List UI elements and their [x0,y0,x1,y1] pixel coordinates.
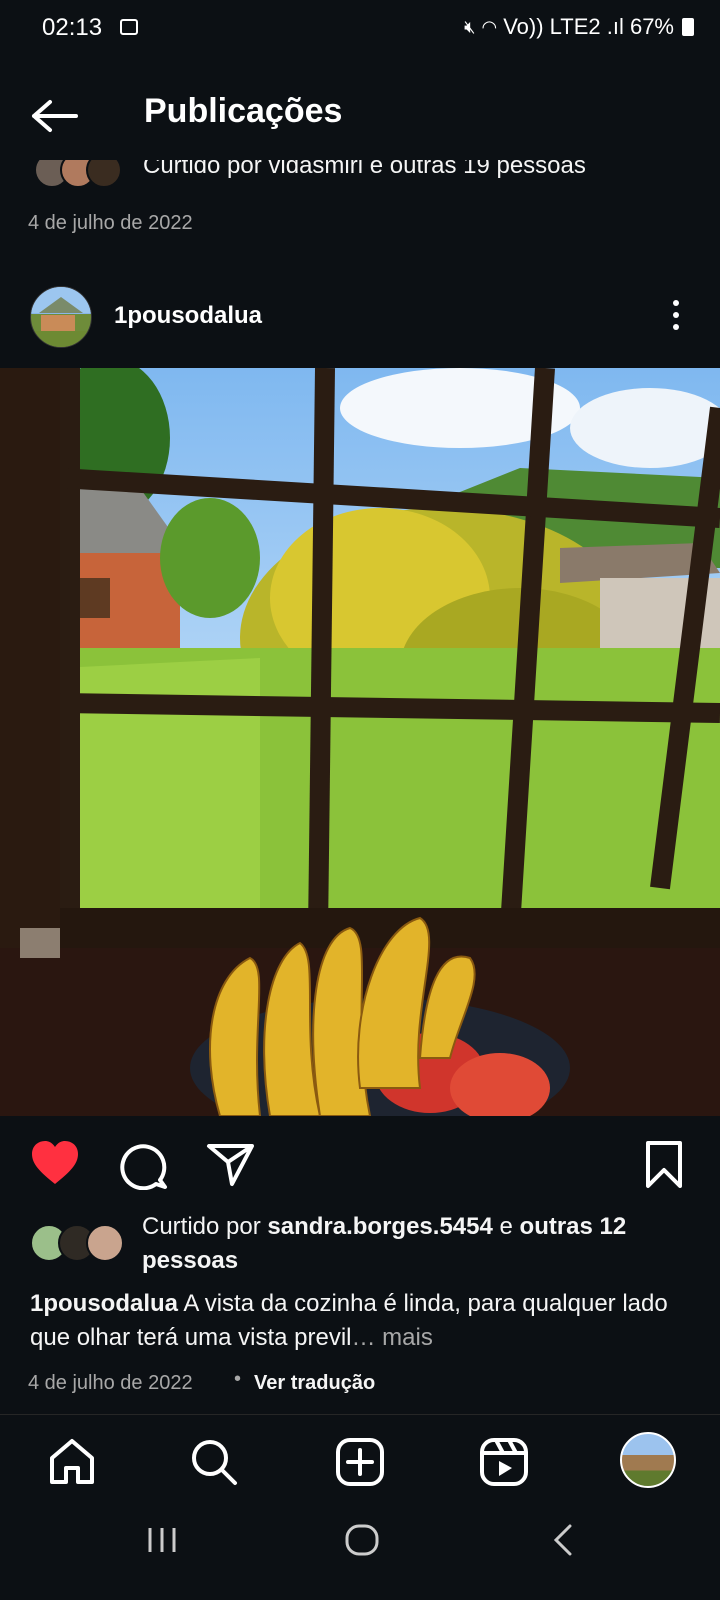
reels-icon[interactable] [478,1436,530,1488]
liked-by-user[interactable]: sandra.borges.5454 [267,1213,492,1240]
divider [0,1414,720,1415]
home-icon[interactable] [46,1436,98,1488]
post-date: 4 de julho de 2022 [28,1372,193,1394]
home-button-icon[interactable] [342,1520,382,1560]
previous-liked-by-text: Curtido por vidasmiri e outras 19 pessoa… [143,160,586,179]
status-right-text: Vo)) LTE2 .ıl 67% [503,14,674,39]
caption-more-link[interactable]: … mais [352,1324,433,1351]
share-send-icon[interactable] [206,1140,256,1190]
previous-post-likes[interactable]: Curtido por vidasmiri e outras 19 pessoa… [28,160,718,200]
save-bookmark-icon[interactable] [644,1140,694,1190]
liker-avatars [34,160,122,188]
separator-dot: • [234,1368,242,1390]
more-options-icon[interactable] [668,300,684,336]
avatar [86,160,122,188]
liked-by-row[interactable]: Curtido por sandra.borges.5454 e outras … [30,1210,710,1280]
post-author-avatar[interactable] [30,286,92,348]
status-time: 02:13 [42,14,103,41]
see-translation-link[interactable]: Ver tradução [254,1372,375,1395]
comment-icon[interactable] [120,1140,170,1191]
create-post-icon[interactable] [334,1436,386,1488]
back-arrow-icon[interactable] [30,96,80,136]
status-bar: 02:13 🔇︎ ◠ Vo)) LTE2 .ıl 67% [0,0,720,60]
battery-icon [682,18,694,36]
previous-post-date: 4 de julho de 2022 [28,212,193,234]
page-title: Publicações [144,92,343,130]
caption-username[interactable]: 1pousodalua [30,1290,178,1317]
wifi-icon: ◠ [481,16,498,37]
like-heart-icon[interactable] [30,1140,80,1190]
profile-avatar[interactable] [620,1432,676,1488]
liker-avatars [30,1224,124,1262]
mute-icon: 🔇︎ [464,16,476,37]
system-back-icon[interactable] [548,1520,578,1560]
status-indicators: 🔇︎ ◠ Vo)) LTE2 .ıl 67% [464,14,694,40]
liked-by-text: Curtido por sandra.borges.5454 e outras … [142,1213,627,1274]
avatar [86,1224,124,1262]
post-caption: 1pousodalua A vista da cozinha é linda, … [30,1287,700,1355]
search-icon[interactable] [188,1436,240,1488]
post-photo[interactable] [0,368,720,1116]
image-notification-icon [120,19,138,35]
post-username[interactable]: 1pousodalua [114,302,262,330]
recent-apps-icon[interactable] [144,1520,180,1560]
